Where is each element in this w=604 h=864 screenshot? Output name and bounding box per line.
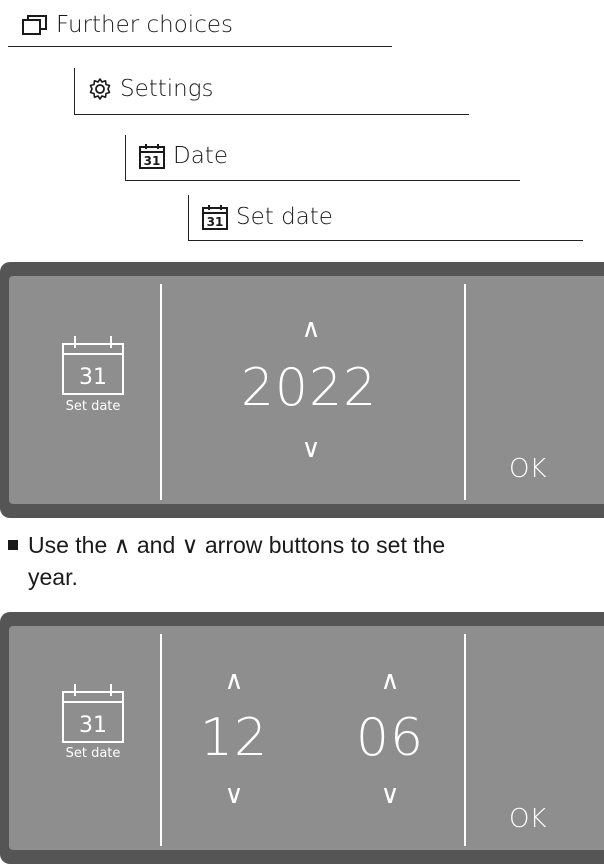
divider	[464, 634, 466, 846]
svg-text:31: 31	[207, 215, 224, 229]
day-up-button[interactable]: ∧	[370, 666, 410, 696]
bullet-icon	[8, 539, 18, 550]
breadcrumb-further-choices[interactable]: Further choices	[22, 12, 233, 38]
month-value: 12	[199, 708, 269, 768]
display-screen: 31 Set date ∧ 12 ∨ ∧ 06 ∨ OK	[9, 626, 604, 850]
day-value: 06	[355, 708, 425, 768]
divider	[74, 114, 469, 115]
month-down-button[interactable]: ∨	[214, 780, 254, 810]
month-up-button[interactable]: ∧	[214, 666, 254, 696]
breadcrumb-label: Set date	[236, 204, 333, 230]
breadcrumb-label: Date	[173, 143, 228, 169]
divider	[125, 135, 126, 181]
svg-text:31: 31	[144, 154, 161, 168]
instruction-text-continued: year.	[28, 562, 78, 592]
breadcrumb-date[interactable]: 31 Date	[139, 143, 228, 169]
gear-icon	[88, 77, 112, 101]
divider	[160, 634, 162, 846]
side-label: Set date	[65, 399, 121, 414]
day-down-button[interactable]: ∨	[370, 780, 410, 810]
instruction-line2: year.	[28, 564, 78, 590]
svg-text:31: 31	[79, 365, 107, 390]
breadcrumb-set-date[interactable]: 31 Set date	[202, 204, 333, 230]
ok-button[interactable]: OK	[509, 454, 547, 484]
ok-button[interactable]: OK	[509, 804, 547, 834]
year-value: 2022	[240, 358, 378, 418]
divider	[160, 284, 162, 500]
instruction-line1: Use the ∧ and ∨ arrow buttons to set the	[28, 532, 446, 558]
divider	[125, 180, 520, 181]
year-up-button[interactable]: ∧	[291, 314, 331, 344]
divider	[8, 46, 392, 47]
divider	[188, 195, 189, 241]
breadcrumb-label: Further choices	[56, 12, 233, 38]
calendar-icon: 31	[202, 204, 228, 230]
side-label: Set date	[65, 746, 121, 761]
calendar-icon: 31	[139, 143, 165, 169]
display-screen: 31 Set date ∧ 2022 ∨ OK	[9, 276, 604, 504]
instruction-text: Use the ∧ and ∨ arrow buttons to set the	[8, 530, 445, 560]
divider	[464, 284, 466, 500]
svg-text:31: 31	[79, 713, 107, 738]
calendar-icon: 31	[61, 334, 125, 401]
breadcrumb-settings[interactable]: Settings	[88, 76, 214, 102]
divider	[74, 68, 75, 114]
window-stack-icon	[22, 14, 48, 36]
display-panel-month-day: 31 Set date ∧ 12 ∨ ∧ 06 ∨ OK	[0, 612, 604, 864]
divider	[188, 240, 583, 241]
calendar-icon: 31	[61, 682, 125, 749]
breadcrumb-label: Settings	[120, 76, 214, 102]
year-down-button[interactable]: ∨	[291, 434, 331, 464]
display-panel-year: 31 Set date ∧ 2022 ∨ OK	[0, 262, 604, 518]
